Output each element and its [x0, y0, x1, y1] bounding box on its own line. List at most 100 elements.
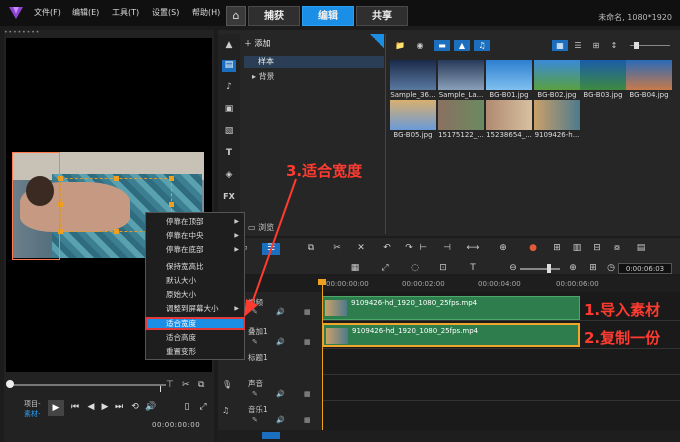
media-thumb[interactable] — [390, 100, 436, 130]
track-mute-icon[interactable]: 🔊 — [276, 390, 285, 398]
track-edit-icon[interactable]: ✎ — [252, 390, 258, 398]
prev-frame-icon[interactable]: ◀ — [84, 400, 98, 414]
crop-icon[interactable]: ⊡ — [436, 263, 450, 275]
instant-project-icon[interactable]: ♪ — [222, 82, 236, 94]
music-track-icon[interactable]: ♫ — [222, 406, 229, 415]
video-clip[interactable]: 9109426-hd_1920_1080_25fps.mp4 — [322, 296, 580, 320]
timeline-duration[interactable]: 0:00:06:03 — [618, 263, 672, 274]
fit-icon[interactable]: ▦ — [348, 263, 362, 275]
zoom-handle[interactable] — [547, 264, 551, 273]
menu-item-reset-transform[interactable]: 重置变形 — [146, 346, 244, 358]
media-thumb[interactable] — [534, 60, 580, 90]
transition-icon[interactable]: ▣ — [222, 104, 236, 116]
thumbnail-view-icon[interactable]: ▦ — [552, 40, 568, 51]
folder-item-sample[interactable]: 样本 — [244, 56, 384, 68]
clip-mode-label[interactable]: 素材- — [24, 409, 41, 419]
title-safe-icon[interactable]: T — [466, 263, 480, 275]
split-screen-icon[interactable]: ⊢ — [416, 243, 430, 255]
resize-handle[interactable] — [114, 176, 119, 181]
playhead-handle[interactable] — [318, 279, 326, 285]
track-more-icon[interactable]: ▦ — [304, 416, 311, 424]
repeat-icon[interactable]: ⟲ — [128, 400, 142, 414]
menu-file[interactable]: 文件(F) — [34, 7, 61, 18]
menu-help[interactable]: 帮助(H) — [192, 7, 220, 18]
delete-icon[interactable]: ✕ — [354, 243, 368, 255]
media-thumb[interactable] — [534, 100, 580, 130]
menu-item-dock-bottom[interactable]: 停靠在底部 ▶ — [146, 244, 244, 256]
playhead[interactable] — [322, 280, 323, 432]
library-divider[interactable] — [385, 34, 386, 234]
enlarge-icon[interactable]: ⤢ — [196, 400, 210, 414]
track-mute-icon[interactable]: 🔊 — [276, 416, 285, 424]
media-thumb[interactable] — [486, 100, 532, 130]
lasso-icon[interactable]: ◌ — [408, 263, 422, 275]
graphics-icon[interactable]: ◈ — [222, 170, 236, 182]
media-thumb[interactable] — [626, 60, 672, 90]
menu-item-default-size[interactable]: 默认大小 — [146, 275, 244, 287]
filter-audio-icon[interactable]: ♫ — [474, 40, 490, 51]
hd-preview-icon[interactable]: ▯ — [180, 400, 194, 414]
split-icon[interactable]: ⧉ — [198, 380, 204, 390]
undo-icon[interactable]: ↶ — [380, 243, 394, 255]
panel-grip[interactable]: •••••••• — [4, 30, 214, 36]
home-button[interactable]: ⌂ — [226, 6, 246, 26]
tab-capture[interactable]: 捕获 — [248, 6, 300, 26]
preview-timecode[interactable]: 00:00:00:00 — [152, 421, 200, 429]
add-folder-button[interactable]: ＋ 添加 — [244, 38, 271, 49]
edit-tv-icon[interactable]: ▤ — [634, 243, 648, 255]
zoom-slider[interactable] — [520, 268, 560, 270]
scrub-handle[interactable] — [6, 380, 14, 388]
overlay-clip[interactable]: 9109426-hd_1920_1080_25fps.mp4 — [322, 323, 580, 347]
clock-icon[interactable]: ◷ — [604, 263, 618, 275]
resize-icon[interactable]: ⤢ — [378, 263, 392, 275]
tab-share[interactable]: 共享 — [356, 6, 408, 26]
subtitle-icon[interactable]: ⊟ — [590, 243, 604, 255]
motion-icon[interactable]: ⊕ — [496, 243, 510, 255]
tab-edit[interactable]: 编辑 — [302, 6, 354, 26]
title-icon[interactable]: ▧ — [222, 126, 236, 138]
media-thumb[interactable] — [438, 60, 484, 90]
import-folder-icon[interactable]: 📁 — [392, 40, 408, 51]
timeline-scrollbar[interactable] — [218, 430, 680, 442]
filter-video-icon[interactable]: ▬ — [434, 40, 450, 51]
track-edit-icon[interactable]: ✎ — [252, 338, 258, 346]
menu-edit[interactable]: 编辑(E) — [72, 7, 99, 18]
fit-project-icon[interactable]: ⊞ — [586, 263, 600, 275]
volume-icon[interactable]: 🔊 — [144, 400, 158, 414]
media-thumb[interactable] — [438, 100, 484, 130]
zoom-out-icon[interactable]: ⊖ — [506, 263, 520, 275]
tools-icon[interactable]: ✂ — [330, 243, 344, 255]
track-more-icon[interactable]: ▦ — [304, 390, 311, 398]
media-icon[interactable]: ▤ — [222, 60, 236, 72]
end-icon[interactable]: ⏭ — [112, 400, 126, 414]
play-button[interactable]: ▶ — [48, 400, 64, 416]
media-thumb[interactable] — [580, 60, 626, 90]
project-mode-label[interactable]: 项目- — [24, 400, 41, 408]
menu-item-fit-screen[interactable]: 调整到屏幕大小 ▶ — [146, 303, 244, 315]
track-mute-icon[interactable]: 🔊 — [276, 338, 285, 346]
track-more-icon[interactable]: ▦ — [304, 308, 311, 316]
audio-icon[interactable]: ▥ — [570, 243, 584, 255]
home-start-icon[interactable]: ⏮ — [68, 400, 82, 414]
trim-icon[interactable]: ⊤ — [166, 380, 174, 390]
scrub-bar[interactable] — [10, 384, 166, 386]
resize-handle[interactable] — [169, 202, 174, 207]
mask-icon[interactable]: ⟷ — [466, 243, 480, 255]
color-icon[interactable]: ⊞ — [550, 243, 564, 255]
next-frame-icon[interactable]: ▶ — [98, 400, 112, 414]
snapshot-icon[interactable]: ✂ — [182, 380, 190, 390]
list-view-icon[interactable]: ☰ — [570, 40, 586, 51]
track-edit-icon[interactable]: ✎ — [252, 416, 258, 424]
menu-item-original-size[interactable]: 原始大小 — [146, 289, 244, 301]
menu-settings[interactable]: 设置(S) — [152, 7, 179, 18]
ripple-icon[interactable]: ⊣ — [440, 243, 454, 255]
zoom-in-icon[interactable]: ⊕ — [566, 263, 580, 275]
menu-item-fit-height[interactable]: 适合高度 — [146, 332, 244, 344]
menu-item-keep-aspect[interactable]: 保持宽高比 — [146, 261, 244, 273]
menu-item-dock-center[interactable]: 停靠在中央 ▶ — [146, 230, 244, 242]
copy-icon[interactable]: ⧉ — [304, 243, 318, 255]
record-icon[interactable]: ● — [526, 243, 540, 255]
menu-tools[interactable]: 工具(T) — [112, 7, 139, 18]
media-thumb[interactable] — [390, 60, 436, 90]
fx-icon[interactable]: FX — [222, 192, 236, 204]
